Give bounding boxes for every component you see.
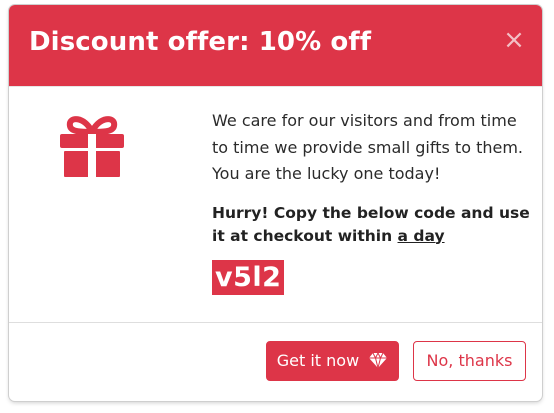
- close-icon[interactable]: ×: [500, 26, 528, 54]
- get-it-now-button[interactable]: Get it now: [266, 341, 399, 381]
- get-it-now-label: Get it now: [276, 351, 360, 370]
- discount-code[interactable]: v5l2: [212, 260, 285, 295]
- header-divider: [9, 86, 542, 87]
- gift-icon: [60, 116, 124, 177]
- no-thanks-button[interactable]: No, thanks: [413, 341, 526, 381]
- modal-title: Discount offer: 10% off: [29, 27, 372, 57]
- hurry-text: Hurry! Copy the below code and use it at…: [212, 202, 542, 247]
- time-limit-link: a day: [397, 226, 445, 245]
- modal-header: Discount offer: 10% off ×: [9, 5, 542, 86]
- offer-message: We care for our visitors and from time t…: [212, 111, 523, 183]
- footer-divider: [9, 322, 542, 323]
- discount-modal: Discount offer: 10% off × We care for ou…: [9, 5, 542, 401]
- gem-icon: [369, 351, 388, 368]
- hurry-text-main: Hurry! Copy the below code and use it at…: [212, 204, 530, 245]
